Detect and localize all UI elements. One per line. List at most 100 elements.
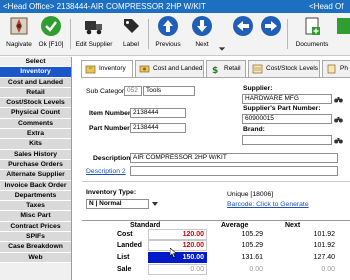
sale-next-value: 0.00 [321, 266, 335, 273]
sidebar-item-physical-count[interactable]: Physical Count [0, 108, 71, 119]
tab-inventory[interactable]: Inventory [81, 60, 133, 78]
navigate-button[interactable]: Nagivate [4, 15, 34, 55]
stack-icon [252, 64, 263, 74]
sidebar-item-kits[interactable]: Kits [0, 139, 71, 150]
description-label: Description [93, 155, 131, 162]
truck-icon [85, 21, 102, 35]
window-title-secondary: <Head Of [309, 2, 344, 11]
tab-inventory-label: Inventory [99, 65, 126, 72]
label-label: Label [123, 41, 139, 48]
sidebar-item-extra[interactable]: Extra [0, 129, 71, 140]
inventory-type-select[interactable]: N | Normal [86, 199, 149, 209]
barcode-generate-link[interactable]: Barcode: Click to Generate [227, 201, 309, 208]
sidebar-item-taxes[interactable]: Taxes [0, 201, 71, 212]
sub-category-code-field[interactable]: 052 [124, 86, 142, 96]
toolbar-divider [148, 19, 149, 49]
box-icon [85, 65, 96, 74]
arrow-left-icon [233, 16, 253, 36]
sidebar-item-case-breakdown[interactable]: Case Breakdown [0, 242, 71, 253]
dollar-icon: $ [212, 66, 218, 74]
mouse-cursor-icon [170, 248, 177, 258]
window-title-bar: <Head Office> 2138444-AIR COMPRESSOR 2HP… [0, 0, 350, 13]
overflow-icon [337, 18, 350, 34]
sidebar-item-invoice-back-order[interactable]: Invoice Back Order [0, 180, 71, 191]
sidebar-item-alternate-supplier[interactable]: Alternate Supplier [0, 170, 71, 181]
tag-icon [124, 19, 139, 33]
back-arrow-button[interactable] [230, 15, 256, 55]
sub-category-value-field[interactable]: Tools [143, 86, 195, 96]
pricing-header-average: Average [221, 222, 249, 229]
inventory-type-label: Inventory Type: [86, 189, 137, 196]
tab-cost-and-landed-label: Cost and Landed [153, 65, 203, 72]
svg-text:$: $ [212, 66, 218, 74]
pricing-header-standard: Standard [130, 222, 161, 229]
item-number-label: Item Number [89, 110, 131, 117]
overflow-button[interactable] [336, 15, 350, 55]
supplier-field[interactable]: HARDWARE MFG [242, 94, 332, 104]
forward-arrow-button[interactable] [258, 15, 284, 55]
brand-field[interactable] [242, 135, 332, 145]
sidebar-item-misc-part[interactable]: Misc Part [0, 211, 71, 222]
list-next-value: 127.40 [313, 254, 335, 261]
edit-supplier-button[interactable]: Edit Supplier [74, 15, 114, 55]
next-button[interactable]: Next [187, 15, 217, 55]
part-number-label: Part Number [89, 125, 130, 132]
chevron-down-icon[interactable] [151, 200, 159, 208]
description-2-field[interactable] [130, 166, 338, 176]
ok-button[interactable]: Ok [F10] [35, 15, 67, 55]
tab-cost-stock-levels-label: Cost/Stock Levels [266, 65, 319, 72]
sidebar-header: Select [0, 57, 71, 68]
tab-retail-label: Retail [224, 65, 241, 72]
sidebar-item-sales-history[interactable]: Sales History [0, 149, 71, 160]
pricing-row-label: List [117, 254, 130, 261]
tab-cost-and-landed[interactable]: Cost and Landed [135, 60, 204, 78]
unique-id-label: Unique [18006] [227, 191, 274, 198]
landed-average-value: 105.29 [241, 242, 263, 249]
item-number-field[interactable]: 2138444 [130, 108, 186, 118]
sub-category-label: Sub Category [86, 88, 128, 95]
arrow-right-icon [261, 16, 281, 36]
sidebar-item-web[interactable]: Web [0, 252, 71, 263]
binoculars-icon[interactable] [334, 137, 343, 144]
navigate-label: Nagivate [6, 41, 32, 48]
cost-standard-value: 120.00 [182, 231, 204, 238]
inventory-type-value: N | Normal [89, 200, 122, 207]
section-divider [82, 181, 350, 182]
description-2-link[interactable]: Description 2 [86, 168, 126, 175]
pricing-row-label: Cost [117, 231, 133, 238]
tab-retail[interactable]: $ Retail [206, 60, 246, 78]
list-standard-value[interactable]: 150.00 [148, 252, 207, 263]
sidebar-item-contract-prices[interactable]: Contract Prices [0, 221, 71, 233]
pricing-header-next: Next [285, 222, 301, 229]
documents-button[interactable]: Documents [292, 15, 332, 55]
window-title: <Head Office> 2138444-AIR COMPRESSOR 2HP… [3, 2, 206, 11]
part-number-field[interactable]: 2138444 [130, 123, 186, 133]
sidebar-item-spifs[interactable]: SPIFs [0, 232, 71, 243]
suppliers-part-field[interactable]: 60900015 [242, 114, 332, 124]
tab-physical[interactable]: Ph [322, 60, 350, 78]
arrow-down-icon [192, 16, 212, 36]
clipboard-icon [327, 64, 336, 74]
sidebar-item-cost-and-landed[interactable]: Cost and Landed [0, 77, 71, 88]
binoculars-icon[interactable] [334, 96, 343, 103]
document-add-icon [305, 17, 320, 35]
sidebar-item-inventory[interactable]: Inventory [0, 67, 71, 78]
chevron-down-icon [218, 47, 226, 51]
label-button[interactable]: Label [118, 15, 144, 55]
tab-physical-label: Ph [340, 65, 348, 72]
suppliers-part-label: Supplier's Part Number: [243, 105, 321, 112]
next-dropdown[interactable] [218, 15, 228, 55]
cost-average-value: 105.29 [241, 231, 263, 238]
ok-label: Ok [F10] [38, 41, 64, 48]
sidebar-item-comments[interactable]: Comments [0, 118, 71, 130]
description-field[interactable]: AIR COMPRESSOR 2HP W/KIT [130, 153, 338, 163]
sidebar-item-purchase-orders[interactable]: Purchase Orders [0, 159, 71, 171]
sidebar-item-retail[interactable]: Retail [0, 87, 71, 99]
binoculars-icon[interactable] [334, 116, 343, 123]
sidebar-item-departments[interactable]: Departments [0, 190, 71, 202]
sidebar: Select Inventory Cost and Landed Retail … [0, 57, 72, 280]
sidebar-item-cost-stock-levels[interactable]: Cost/Stock Levels [0, 98, 71, 109]
toolbar-divider [70, 19, 71, 49]
tab-cost-stock-levels[interactable]: Cost/Stock Levels [248, 60, 320, 78]
previous-button[interactable]: Previous [151, 15, 185, 55]
